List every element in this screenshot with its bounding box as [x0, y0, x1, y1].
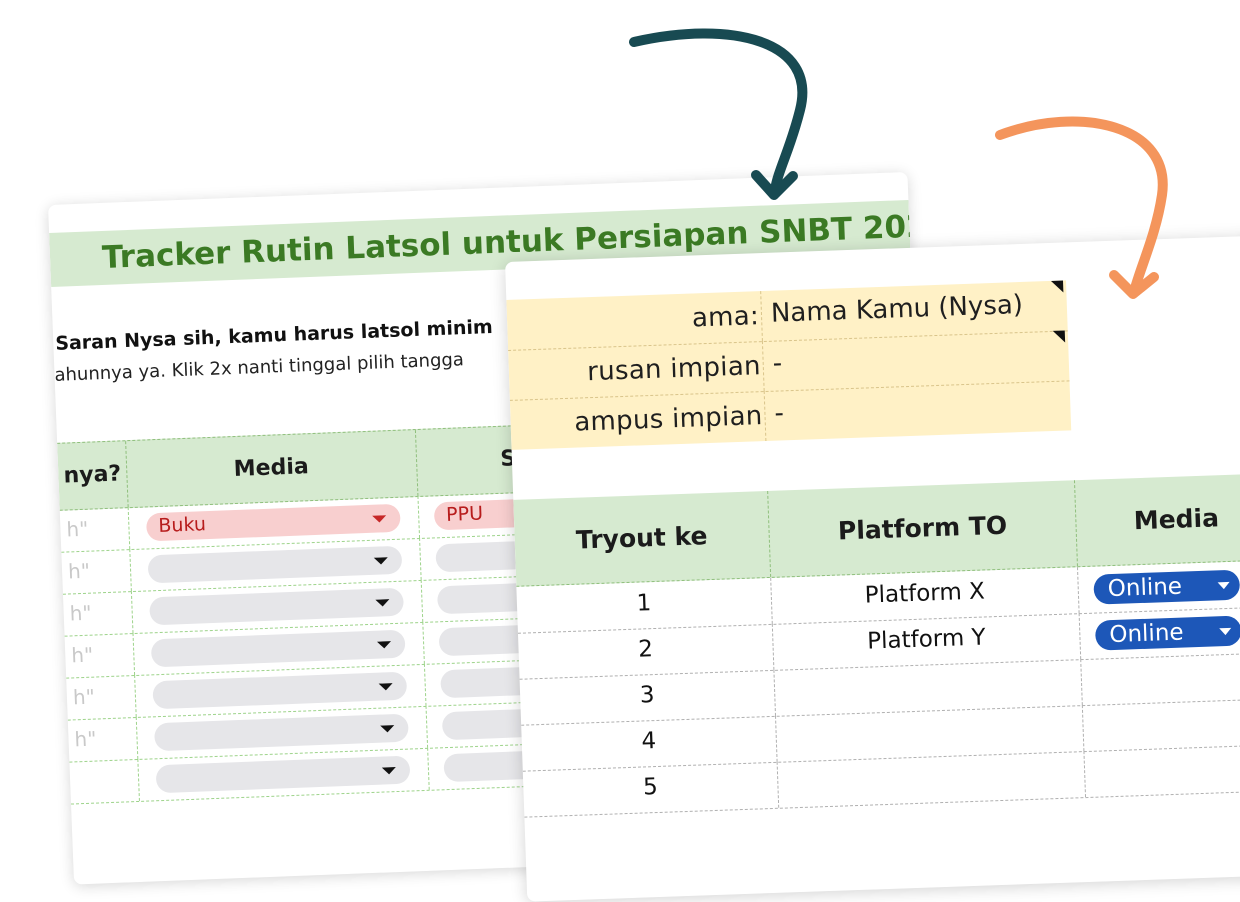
chevron-down-icon [375, 599, 390, 607]
chevron-down-icon [1219, 627, 1232, 636]
tracker-note-line-2: ahunnya ya. Klik 2x nanti tinggal pilih … [54, 349, 465, 386]
media-dropdown[interactable] [153, 713, 409, 752]
subject-dropdown-value: PPU [445, 502, 484, 526]
media-dropdown-value: Buku [157, 513, 207, 537]
chevron-down-icon [373, 557, 389, 565]
media-dropdown[interactable] [147, 545, 403, 584]
note-corner-icon [1050, 280, 1064, 293]
tryout-number: 1 [636, 590, 652, 617]
media-dropdown-value: Online [1108, 619, 1185, 649]
profile-label: ampus impian [573, 401, 764, 438]
profile-label: rusan impian [586, 351, 762, 388]
profile-section: ama: Nama Kamu (Nysa) rusan impian - amp… [506, 280, 1072, 450]
cell-quote: h" [74, 726, 97, 752]
cell-quote: h" [69, 600, 93, 626]
cell-quote: h" [66, 516, 89, 542]
cell-quote: h" [70, 642, 94, 668]
media-dropdown[interactable] [152, 671, 408, 710]
media-dropdown-value: Online [1107, 573, 1183, 603]
chevron-down-icon [378, 683, 393, 691]
dream-major-field[interactable]: - [772, 348, 782, 378]
chevron-down-icon [377, 641, 392, 649]
tracker-note-line-1: Saran Nysa sih, kamu harus latsol minim [54, 316, 494, 355]
media-dropdown[interactable]: Online [1093, 569, 1240, 605]
platform-cell[interactable] [775, 667, 1081, 678]
dark-curved-arrow [629, 28, 808, 195]
media-dropdown[interactable]: Buku [145, 503, 401, 542]
chevron-down-icon [1217, 581, 1230, 590]
cell-quote: h" [72, 684, 96, 710]
tryout-tracker-sheet: ama: Nama Kamu (Nysa) rusan impian - amp… [505, 234, 1240, 902]
dream-campus-field[interactable]: - [774, 398, 784, 428]
chevron-down-icon [372, 515, 387, 523]
header-question: nya? [63, 461, 122, 489]
note-corner-icon [1052, 330, 1066, 343]
tryout-number: 5 [642, 773, 659, 801]
platform-cell[interactable]: Platform X [771, 575, 1078, 612]
media-dropdown[interactable] [150, 629, 406, 668]
header-tryout: Tryout ke [575, 521, 708, 555]
header-platform: Platform TO [837, 510, 1008, 546]
platform-cell[interactable] [776, 713, 1082, 724]
media-dropdown[interactable] [155, 755, 411, 794]
media-dropdown[interactable]: Online [1094, 615, 1240, 651]
header-media: Media [1133, 503, 1220, 536]
header-media: Media [233, 454, 310, 483]
profile-label: ama: [691, 301, 760, 334]
media-dropdown[interactable] [149, 587, 405, 626]
cell-quote: h" [67, 558, 91, 584]
chevron-down-icon [381, 767, 397, 775]
tryout-number: 4 [641, 728, 657, 755]
chevron-down-icon [380, 725, 395, 733]
name-field[interactable]: Nama Kamu (Nysa) [770, 290, 1023, 329]
tryout-number: 2 [637, 636, 654, 663]
platform-cell[interactable]: Platform Y [773, 621, 1080, 658]
tryout-number: 3 [639, 682, 655, 709]
platform-cell[interactable] [778, 759, 1084, 770]
